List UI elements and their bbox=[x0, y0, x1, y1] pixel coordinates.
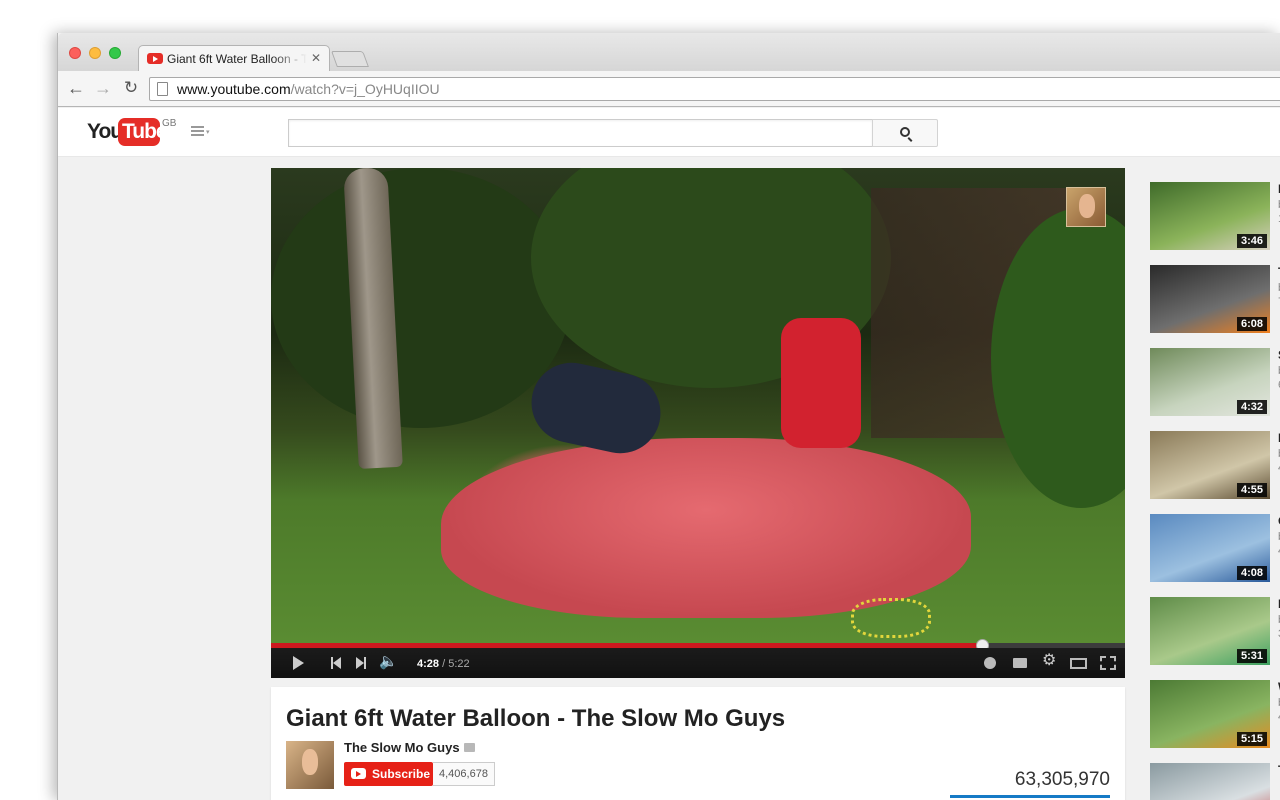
video-frame[interactable] bbox=[271, 168, 1125, 643]
back-arrow-icon[interactable]: ← bbox=[66, 78, 86, 98]
player-controls: 🔈 4:28 / 5:22 ⚙ bbox=[271, 648, 1125, 678]
url-text[interactable]: www.youtube.com/watch?v=j_OyHUqIIOU bbox=[177, 81, 440, 97]
logo-tube-text: Tube bbox=[122, 120, 168, 143]
person-right bbox=[781, 318, 861, 448]
volume-icon[interactable]: 🔈 bbox=[379, 654, 398, 670]
browser-window: Giant 6ft Water Balloon - The Slow Mo Gu… bbox=[57, 33, 1280, 800]
channel-watermark[interactable] bbox=[1066, 187, 1106, 227]
video-thumbnail[interactable]: 5:31 bbox=[1150, 597, 1270, 665]
video-thumbnail[interactable]: 4:55 bbox=[1150, 431, 1270, 499]
forward-arrow-icon[interactable]: → bbox=[93, 78, 113, 98]
address-bar[interactable]: www.youtube.com/watch?v=j_OyHUqIIOU bbox=[149, 77, 1280, 101]
video-duration: 4:55 bbox=[1236, 483, 1267, 497]
theater-mode-icon[interactable] bbox=[1070, 658, 1087, 669]
foliage bbox=[271, 168, 571, 428]
search-button[interactable] bbox=[872, 119, 938, 147]
recommended-video[interactable]: 4:32Sb6 bbox=[1150, 348, 1280, 416]
window-minimize-button[interactable] bbox=[89, 47, 101, 59]
avatar[interactable] bbox=[286, 741, 334, 789]
video-thumbnail[interactable]: 5:15 bbox=[1150, 680, 1270, 748]
video-duration: 4:08 bbox=[1236, 566, 1267, 580]
tab-close-icon[interactable]: ✕ bbox=[311, 51, 321, 65]
tab-strip: Giant 6ft Water Balloon - The Slow Mo Gu… bbox=[58, 33, 1280, 71]
video-player[interactable]: 🔈 4:28 / 5:22 ⚙ bbox=[271, 168, 1125, 678]
video-thumbnail[interactable]: 4:08 bbox=[1150, 514, 1270, 582]
recommended-video[interactable]: 5:15Wb4 bbox=[1150, 680, 1280, 748]
browser-toolbar: ← → ↻ www.youtube.com/watch?v=j_OyHUqIIO… bbox=[58, 71, 1280, 107]
subscriber-count: 4,406,678 bbox=[433, 762, 495, 786]
youtube-play-icon bbox=[351, 768, 366, 779]
window-zoom-button[interactable] bbox=[109, 47, 121, 59]
hose-coil bbox=[851, 598, 931, 638]
gear-icon[interactable]: ⚙ bbox=[1042, 653, 1056, 669]
recommended-video[interactable]: 6:08Tb7 bbox=[1150, 265, 1280, 333]
recommended-video[interactable]: 5:31Ib3 bbox=[1150, 597, 1280, 665]
like-ratio-bar bbox=[950, 795, 1110, 798]
subscribe-button[interactable]: Subscribe bbox=[344, 762, 433, 786]
masthead: You Tube GB ▾ bbox=[58, 108, 1280, 157]
recommended-video[interactable]: 4:55Nb4 bbox=[1150, 431, 1280, 499]
view-count: 63,305,970 bbox=[1014, 769, 1110, 790]
video-duration: 4:32 bbox=[1236, 400, 1267, 414]
time-separator: / bbox=[439, 658, 449, 670]
page-icon bbox=[157, 82, 168, 96]
channel-name[interactable]: The Slow Mo Guys bbox=[344, 740, 460, 755]
subscribe-label: Subscribe bbox=[372, 767, 431, 781]
previous-icon[interactable] bbox=[331, 657, 341, 669]
window-close-button[interactable] bbox=[69, 47, 81, 59]
video-duration: 6:08 bbox=[1236, 317, 1267, 331]
youtube-favicon-icon bbox=[147, 53, 163, 64]
time-display: 4:28 / 5:22 bbox=[417, 656, 470, 672]
browser-tab-active[interactable]: Giant 6ft Water Balloon - The Slow Mo Gu… bbox=[138, 45, 330, 71]
recommended-video[interactable]: 4:08Gb4 bbox=[1150, 514, 1280, 582]
search-icon bbox=[900, 127, 910, 137]
guide-menu-icon[interactable] bbox=[191, 126, 207, 138]
tab-title: Giant 6ft Water Balloon - The Slow Mo Gu… bbox=[167, 52, 307, 66]
video-duration: 5:31 bbox=[1236, 649, 1267, 663]
recommendations-sidebar: 3:46Nb1 6:08Tb7 4:32Sb6 4:55Nb4 4:08Gb4 5:31I… bbox=[1150, 182, 1280, 800]
duration: 5:22 bbox=[448, 658, 470, 670]
current-time: 4:28 bbox=[417, 658, 440, 670]
search-input[interactable] bbox=[288, 119, 873, 147]
fullscreen-icon[interactable] bbox=[1100, 656, 1116, 670]
video-thumbnail[interactable] bbox=[1150, 763, 1270, 800]
captions-icon[interactable] bbox=[1013, 658, 1027, 668]
water-balloon bbox=[441, 438, 971, 618]
url-host: www.youtube.com bbox=[177, 81, 291, 97]
video-info-panel: Giant 6ft Water Balloon - The Slow Mo Gu… bbox=[271, 687, 1125, 800]
recommended-video[interactable]: T bbox=[1150, 763, 1280, 800]
watch-later-icon[interactable] bbox=[984, 657, 996, 669]
next-icon[interactable] bbox=[356, 657, 366, 669]
reload-icon[interactable]: ↻ bbox=[121, 78, 141, 98]
play-icon[interactable] bbox=[293, 656, 304, 670]
verified-icon bbox=[464, 743, 475, 752]
recommended-video[interactable]: 3:46Nb1 bbox=[1150, 182, 1280, 250]
logo-tube-badge: Tube bbox=[118, 118, 168, 146]
video-title: Giant 6ft Water Balloon - The Slow Mo Gu… bbox=[286, 705, 786, 732]
new-tab-button[interactable] bbox=[331, 51, 369, 67]
logo-you-text: You bbox=[87, 120, 123, 143]
video-thumbnail[interactable]: 3:46 bbox=[1150, 182, 1270, 250]
youtube-page: You Tube GB ▾ 🔈 4:28 / 5:22 ⚙ Giant 6ft … bbox=[58, 108, 1280, 800]
url-path: /watch?v=j_OyHUqIIOU bbox=[290, 81, 440, 97]
chevron-down-icon[interactable]: ▾ bbox=[206, 128, 210, 136]
video-duration: 5:15 bbox=[1236, 732, 1267, 746]
country-code: GB bbox=[162, 118, 177, 129]
video-duration: 3:46 bbox=[1236, 234, 1267, 248]
video-thumbnail[interactable]: 4:32 bbox=[1150, 348, 1270, 416]
video-thumbnail[interactable]: 6:08 bbox=[1150, 265, 1270, 333]
